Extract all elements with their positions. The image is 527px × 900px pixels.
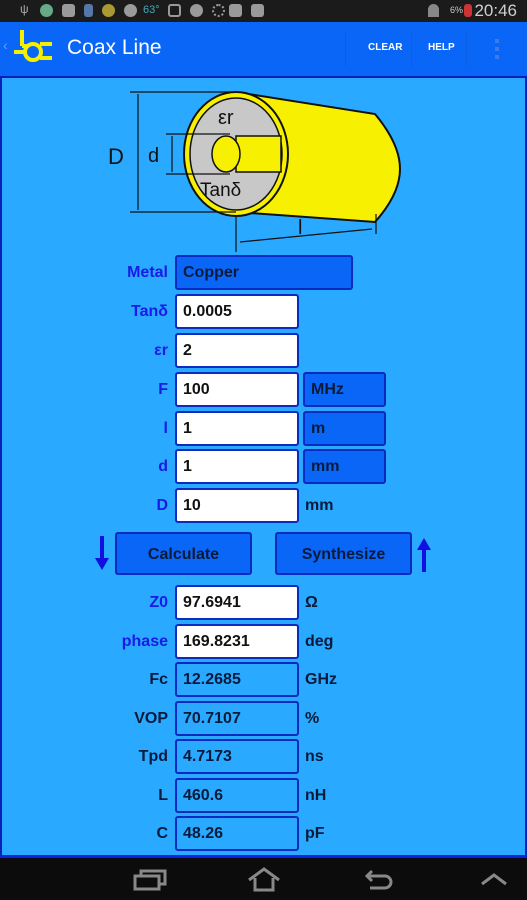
synthesize-button[interactable]: Synthesize bbox=[275, 532, 412, 575]
usb-icon: ψ bbox=[20, 2, 29, 16]
cable-body bbox=[183, 90, 402, 224]
tpd-label: Tpd bbox=[138, 748, 168, 765]
arrow-down-icon bbox=[95, 536, 109, 570]
tpd-unit: ns bbox=[305, 748, 324, 765]
status-bar: ψ 63° 6% 20:46 bbox=[0, 0, 527, 22]
overflow-menu-icon[interactable] bbox=[495, 39, 499, 59]
inductance-unit: nH bbox=[305, 787, 327, 804]
z0-unit: Ω bbox=[305, 594, 318, 611]
inner-diameter-input[interactable]: 1 bbox=[175, 449, 299, 484]
home-icon[interactable] bbox=[246, 866, 282, 892]
frequency-label: F bbox=[158, 381, 168, 398]
app-logo-icon[interactable] bbox=[12, 28, 54, 68]
help-button[interactable]: HELP bbox=[428, 42, 455, 53]
gmail-icon bbox=[168, 4, 181, 17]
action-bar: ‹ Coax Line CLEAR HELP bbox=[0, 22, 527, 76]
sync-icon bbox=[212, 4, 225, 17]
fc-unit: GHz bbox=[305, 671, 337, 688]
divider bbox=[466, 32, 467, 66]
outer-diameter-input[interactable]: 10 bbox=[175, 488, 299, 523]
outer-diameter-unit: mm bbox=[305, 497, 334, 514]
clear-button[interactable]: CLEAR bbox=[368, 42, 402, 53]
fc-label: Fc bbox=[149, 671, 168, 688]
wifi-icon bbox=[428, 4, 439, 17]
hangouts-icon bbox=[190, 4, 203, 17]
coax-diagram: D d εr Tanδ l bbox=[108, 90, 402, 252]
capacitance-label: C bbox=[156, 825, 168, 842]
store-icon bbox=[229, 4, 242, 17]
z0-label: Z0 bbox=[149, 594, 168, 611]
length-input[interactable]: 1 bbox=[175, 411, 299, 446]
sunflower-icon bbox=[102, 4, 115, 17]
capacitance-output: 48.26 bbox=[175, 816, 299, 851]
chevron-up-icon[interactable] bbox=[480, 872, 508, 886]
app-icon bbox=[40, 4, 53, 17]
check-icon bbox=[62, 4, 75, 17]
metal-select[interactable]: Copper bbox=[175, 255, 353, 290]
divider bbox=[411, 32, 412, 66]
phase-input[interactable]: 169.8231 bbox=[175, 624, 299, 659]
divider bbox=[345, 32, 346, 66]
diagram-label-tand: Tanδ bbox=[200, 180, 241, 201]
recent-apps-icon[interactable] bbox=[133, 868, 167, 892]
frequency-unit-select[interactable]: MHz bbox=[303, 372, 386, 407]
capacitance-unit: pF bbox=[305, 825, 325, 842]
phase-label: phase bbox=[121, 633, 168, 650]
temperature: 63° bbox=[143, 4, 160, 16]
sim-icon bbox=[84, 4, 93, 17]
tpd-output: 4.7173 bbox=[175, 739, 299, 774]
calculate-button[interactable]: Calculate bbox=[115, 532, 252, 575]
vop-unit: % bbox=[305, 710, 320, 727]
back-caret-icon[interactable]: ‹ bbox=[3, 37, 8, 53]
coax-form: D d εr Tanδ l Metal Copper Tanδ 0.0005 ε… bbox=[0, 76, 527, 858]
battery-icon bbox=[464, 4, 472, 17]
phase-unit: deg bbox=[305, 633, 334, 650]
length-unit-select[interactable]: m bbox=[303, 411, 386, 446]
inductance-label: L bbox=[158, 787, 168, 804]
diameter-unit-select[interactable]: mm bbox=[303, 449, 386, 484]
tand-input[interactable]: 0.0005 bbox=[175, 294, 299, 329]
inductance-output: 460.6 bbox=[175, 778, 299, 813]
navigation-bar bbox=[0, 858, 527, 900]
clock: 20:46 bbox=[474, 1, 517, 20]
er-input[interactable]: 2 bbox=[175, 333, 299, 368]
er-label: εr bbox=[154, 342, 168, 359]
app-title: Coax Line bbox=[67, 36, 162, 59]
back-icon[interactable] bbox=[364, 867, 394, 891]
diagram-label-D: D bbox=[108, 144, 124, 169]
diagram-label-er: εr bbox=[218, 107, 234, 129]
chat-icon bbox=[124, 4, 137, 17]
inner-diameter-label: d bbox=[158, 458, 168, 475]
vop-output: 70.7107 bbox=[175, 701, 299, 736]
fc-output: 12.2685 bbox=[175, 662, 299, 697]
z0-input[interactable]: 97.6941 bbox=[175, 585, 299, 620]
frequency-input[interactable]: 100 bbox=[175, 372, 299, 407]
battery-percent: 6% bbox=[449, 5, 463, 15]
diagram-label-l: l bbox=[298, 217, 302, 239]
length-label: l bbox=[163, 420, 168, 437]
vop-label: VOP bbox=[134, 710, 168, 727]
diagram-label-d: d bbox=[148, 145, 159, 167]
outer-diameter-label: D bbox=[156, 497, 168, 514]
play-store-icon bbox=[251, 4, 264, 17]
metal-label: Metal bbox=[127, 264, 168, 281]
tand-label: Tanδ bbox=[131, 303, 168, 320]
arrow-up-icon bbox=[417, 538, 431, 572]
